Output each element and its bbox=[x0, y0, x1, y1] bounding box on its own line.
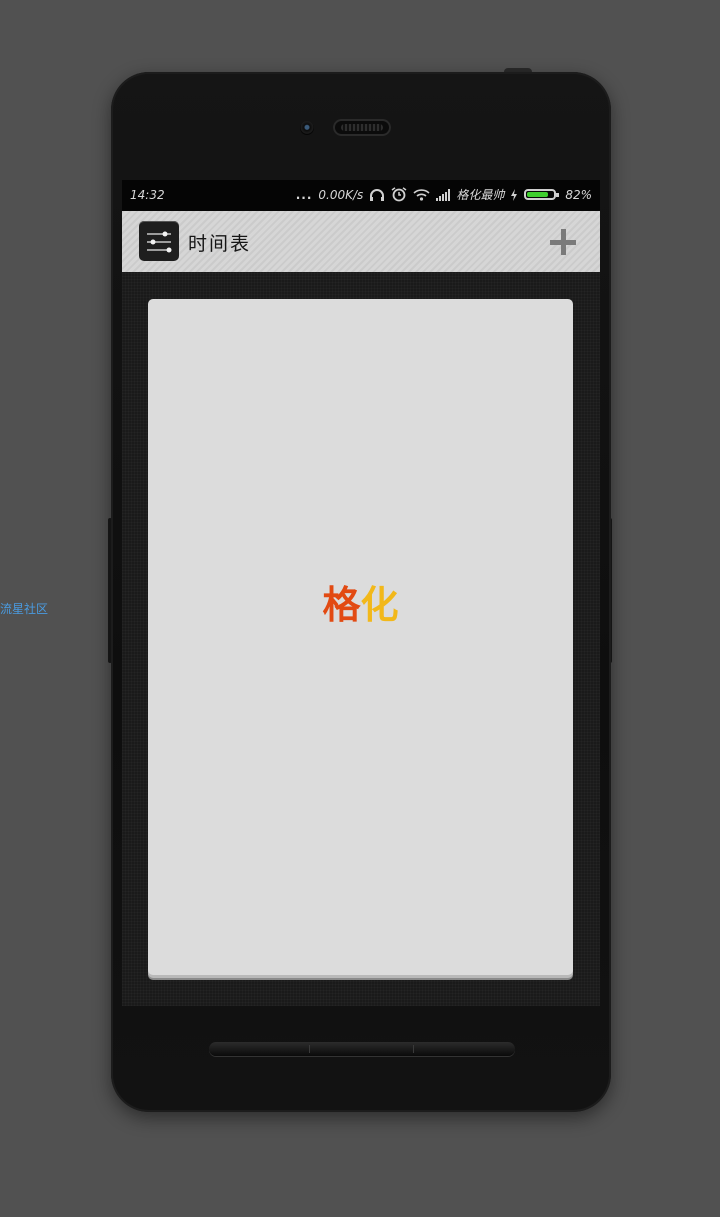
menu-button[interactable] bbox=[415, 1042, 515, 1056]
back-button[interactable] bbox=[209, 1042, 309, 1056]
timeline-icon[interactable] bbox=[139, 221, 179, 261]
more-notifications-icon: ... bbox=[295, 187, 313, 202]
home-button[interactable] bbox=[312, 1042, 412, 1056]
card-title-part2: 化 bbox=[360, 583, 399, 627]
headphones-icon bbox=[369, 188, 385, 202]
navigation-bar bbox=[209, 1042, 515, 1056]
side-link[interactable]: 流星社区 bbox=[0, 600, 48, 617]
battery-icon bbox=[524, 189, 560, 200]
front-camera-icon bbox=[300, 121, 314, 135]
content-card: 格化 bbox=[148, 299, 573, 975]
card-title: 格化 bbox=[148, 574, 573, 629]
charging-icon bbox=[510, 188, 518, 201]
signal-icon bbox=[436, 188, 451, 201]
phone-screen: 14:32 ... 0.00K/s 格化最帅 82% 时间表 格化 bbox=[122, 180, 600, 1006]
earpiece-speaker bbox=[333, 119, 391, 136]
carrier-name: 格化最帅 bbox=[456, 188, 505, 202]
plus-icon[interactable] bbox=[548, 227, 578, 257]
battery-fill bbox=[527, 192, 549, 197]
net-speed: 0.00K/s bbox=[318, 187, 364, 202]
app-title: 时间表 bbox=[188, 233, 252, 255]
alarm-icon bbox=[391, 187, 407, 202]
status-time: 14:32 bbox=[130, 188, 165, 202]
app-bar: 时间表 bbox=[122, 211, 600, 272]
battery-percent: 82% bbox=[565, 187, 592, 202]
status-bar: 14:32 ... 0.00K/s 格化最帅 82% bbox=[122, 180, 600, 211]
status-right-group: ... 0.00K/s 格化最帅 82% bbox=[296, 186, 592, 203]
card-title-part1: 格 bbox=[322, 583, 361, 627]
wifi-icon bbox=[413, 188, 430, 201]
